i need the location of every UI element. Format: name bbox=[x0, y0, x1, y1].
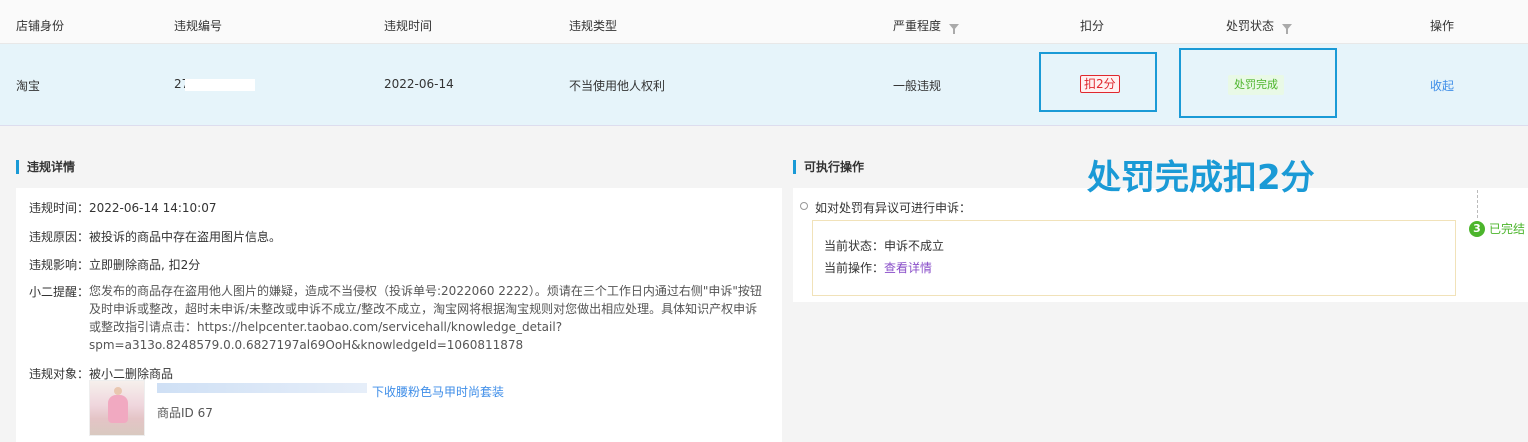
current-status-label: 当前状态： bbox=[824, 239, 885, 253]
col-severity-label: 严重程度 bbox=[893, 19, 942, 33]
appeal-status-box: 当前状态：申诉不成立 当前操作：查看详情 bbox=[812, 220, 1456, 296]
detail-reason-label: 违规原因： bbox=[29, 230, 90, 244]
product-title-link[interactable]: 下收腰粉色马甲时尚套装 bbox=[372, 383, 504, 400]
detail-impact-label: 违规影响： bbox=[29, 258, 90, 272]
detail-reason: 违规原因：被投诉的商品中存在盗用图片信息。 bbox=[29, 228, 281, 245]
col-violation-no: 违规编号 bbox=[174, 17, 222, 34]
col-action: 操作 bbox=[1430, 17, 1454, 34]
col-severity[interactable]: 严重程度 bbox=[893, 17, 960, 34]
actions-section-title: 可执行操作 bbox=[793, 160, 864, 174]
col-shop-identity-label: 店铺身份 bbox=[16, 19, 65, 33]
redaction-mask bbox=[157, 383, 367, 393]
table-header: 店铺身份 违规编号 违规时间 违规类型 严重程度 扣分 处罚状态 操作 bbox=[0, 0, 1528, 44]
current-action-label: 当前操作： bbox=[824, 261, 885, 275]
col-action-label: 操作 bbox=[1430, 19, 1455, 33]
view-details-link[interactable]: 查看详情 bbox=[884, 261, 932, 275]
step-dot-icon bbox=[800, 202, 808, 210]
filter-icon[interactable] bbox=[1282, 23, 1293, 34]
detail-target-label: 违规对象： bbox=[29, 367, 90, 381]
detail-time-value: 2022-06-14 14:10:07 bbox=[89, 201, 217, 215]
current-action: 当前操作：查看详情 bbox=[824, 259, 932, 276]
current-status: 当前状态：申诉不成立 bbox=[824, 237, 944, 254]
highlight-box-points bbox=[1039, 52, 1157, 112]
product-id: 商品ID 67 bbox=[157, 404, 273, 421]
annotation-title: 处罚完成扣2分 bbox=[1087, 158, 1315, 198]
highlight-box-status bbox=[1179, 48, 1337, 118]
redaction-mask bbox=[212, 407, 273, 420]
step-done: 3 已完结 bbox=[1469, 220, 1525, 237]
cell-violation-type: 不当使用他人权利 bbox=[569, 79, 666, 93]
col-penalty-status-label: 处罚状态 bbox=[1226, 19, 1275, 33]
col-violation-type: 违规类型 bbox=[569, 17, 617, 34]
col-shop-identity: 店铺身份 bbox=[16, 17, 64, 34]
details-section-title: 违规详情 bbox=[16, 160, 75, 174]
filter-icon[interactable] bbox=[949, 23, 960, 34]
col-points: 扣分 bbox=[1080, 17, 1104, 34]
step-connector bbox=[1477, 190, 1478, 218]
col-points-label: 扣分 bbox=[1080, 19, 1105, 33]
redaction-mask bbox=[185, 78, 256, 91]
cell-severity: 一般违规 bbox=[893, 79, 942, 93]
current-status-value: 申诉不成立 bbox=[884, 239, 945, 253]
detail-reason-value: 被投诉的商品中存在盗用图片信息。 bbox=[89, 230, 282, 244]
step-done-label: 已完结 bbox=[1489, 222, 1526, 236]
detail-impact: 违规影响：立即删除商品, 扣2分 bbox=[29, 256, 200, 273]
col-violation-type-label: 违规类型 bbox=[569, 19, 618, 33]
detail-remind-value: 您发布的商品存在盗用他人图片的嫌疑，造成不当侵权（投诉单号:2022060 22… bbox=[89, 284, 762, 352]
cell-violation-no: 27 bbox=[174, 77, 256, 91]
product-id-text: 商品ID 67 bbox=[157, 406, 213, 420]
detail-impact-value: 立即删除商品, 扣2分 bbox=[89, 258, 201, 272]
cell-shop-identity: 淘宝 bbox=[16, 79, 41, 93]
col-violation-time: 违规时间 bbox=[384, 17, 432, 34]
product-thumbnail[interactable] bbox=[89, 380, 145, 436]
collapse-link[interactable]: 收起 bbox=[1430, 77, 1454, 94]
appeal-prompt: 如对处罚有异议可进行申诉： bbox=[815, 201, 972, 215]
detail-time-label: 违规时间： bbox=[29, 201, 90, 215]
col-penalty-status[interactable]: 处罚状态 bbox=[1226, 17, 1293, 34]
detail-target-value: 被小二删除商品 bbox=[89, 367, 174, 381]
step-number-icon: 3 bbox=[1469, 220, 1485, 237]
detail-time: 违规时间：2022-06-14 14:10:07 bbox=[29, 199, 216, 216]
cell-violation-time: 2022-06-14 bbox=[384, 77, 454, 91]
col-violation-no-label: 违规编号 bbox=[174, 19, 223, 33]
detail-remind-label: 小二提醒： bbox=[29, 285, 90, 299]
col-violation-time-label: 违规时间 bbox=[384, 19, 433, 33]
